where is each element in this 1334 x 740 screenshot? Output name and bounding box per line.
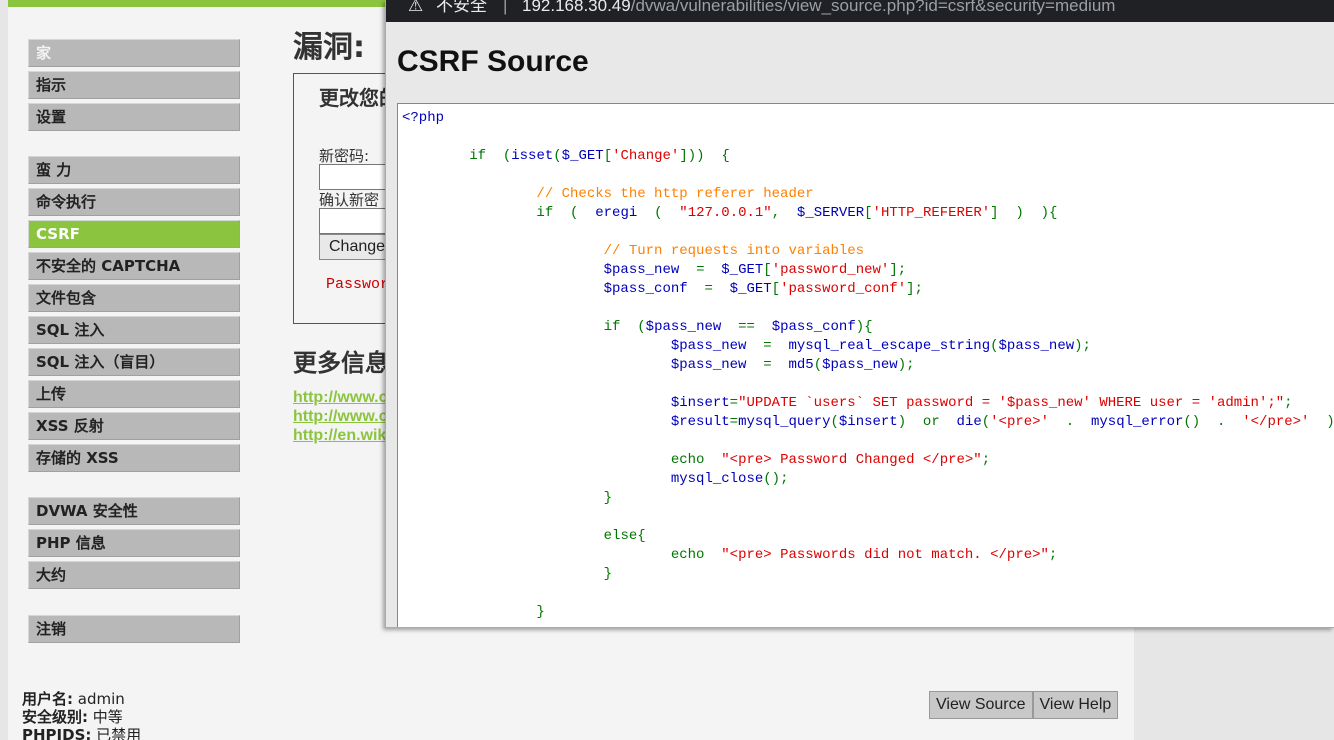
menu-item-home[interactable]: 家	[28, 39, 240, 67]
warning-icon[interactable]: ⚠	[408, 0, 423, 14]
menu-item-xss-stored[interactable]: 存储的 XSS	[28, 444, 240, 472]
menu-item-instructions[interactable]: 指示	[28, 71, 240, 99]
username-row: 用户名: admin	[22, 690, 141, 708]
view-source-button[interactable]: View Source	[929, 691, 1033, 719]
info-link[interactable]: http://en.wik	[293, 427, 386, 445]
result-message: Passwor	[326, 276, 390, 293]
address-bar[interactable]: ⚠ 不安全 | 192.168.30.49/dvwa/vulnerabiliti…	[386, 0, 1334, 22]
code-string: '<pre>'	[990, 414, 1049, 430]
source-title: CSRF Source	[397, 45, 589, 78]
menu-item-insecure-captcha[interactable]: 不安全的 CAPTCHA	[28, 252, 240, 280]
menu-item-sql-injection-blind[interactable]: SQL 注入（盲目）	[28, 348, 240, 376]
insecure-label[interactable]: 不安全	[436, 0, 487, 14]
confirm-password-label: 确认新密	[319, 191, 380, 209]
source-popup-window: ⚠ 不安全 | 192.168.30.49/dvwa/vulnerabiliti…	[385, 0, 1334, 628]
url-host: 192.168.30.49	[522, 0, 631, 15]
menu-item-command-execution[interactable]: 命令执行	[28, 188, 240, 216]
code-comment: // Checks the http referer header	[536, 186, 814, 202]
username-value: admin	[77, 690, 125, 708]
code-string: "UPDATE `users` SET password = '$pass_ne…	[738, 395, 1285, 411]
code-string: 'Change'	[612, 148, 680, 164]
security-level-row: 安全级别: 中等	[22, 708, 141, 726]
code-string: "<pre> Password Changed </pre>"	[721, 452, 982, 468]
url-path: /dvwa/vulnerabilities/view_source.php?id…	[630, 0, 1116, 15]
menu-item-sql-injection[interactable]: SQL 注入	[28, 316, 240, 344]
info-link[interactable]: http://www.c	[293, 408, 388, 426]
new-password-label: 新密码:	[319, 147, 370, 165]
source-code-box: <?php if (isset($_GET['Change'])) { // C…	[397, 103, 1334, 627]
code-token: <?php	[402, 110, 445, 126]
code-string: "<pre> Passwords did not match. </pre>"	[721, 547, 1049, 563]
menu-item-file-inclusion[interactable]: 文件包含	[28, 284, 240, 312]
code-string: 'password_new'	[771, 262, 890, 278]
source-code: <?php if (isset($_GET['Change'])) { // C…	[402, 110, 1334, 620]
code-string: "127.0.0.1"	[679, 205, 772, 221]
code-comment: // Turn requests into variables	[603, 243, 865, 259]
more-info-heading: 更多信息	[293, 349, 389, 377]
header-accent-bar	[8, 0, 386, 7]
phpids-label: PHPIDS:	[22, 726, 92, 740]
url-text[interactable]: 192.168.30.49/dvwa/vulnerabilities/view_…	[522, 0, 1115, 14]
username-label: 用户名:	[22, 690, 73, 708]
code-string: '</pre>'	[1242, 414, 1310, 430]
menu-item-upload[interactable]: 上传	[28, 380, 240, 408]
page-title: 漏洞:	[293, 30, 365, 65]
info-link[interactable]: http://www.c	[293, 389, 388, 407]
menu-item-logout[interactable]: 注销	[28, 615, 240, 643]
security-level-label: 安全级别:	[22, 708, 88, 726]
menu-item-setup[interactable]: 设置	[28, 103, 240, 131]
phpids-row: PHPIDS: 已禁用	[22, 726, 141, 740]
menu-item-about[interactable]: 大约	[28, 561, 240, 589]
code-string: 'HTTP_REFERER'	[872, 205, 991, 221]
view-help-button[interactable]: View Help	[1032, 691, 1119, 719]
menu-item-xss-reflected[interactable]: XSS 反射	[28, 412, 240, 440]
menu-item-php-info[interactable]: PHP 信息	[28, 529, 240, 557]
view-buttons: View Source View Help	[929, 691, 1119, 719]
url-separator: |	[503, 0, 508, 15]
phpids-value: 已禁用	[96, 726, 142, 740]
code-string: 'password_conf'	[780, 281, 907, 297]
user-info: 用户名: admin 安全级别: 中等 PHPIDS: 已禁用	[22, 690, 141, 740]
security-level-value: 中等	[92, 708, 123, 726]
menu-item-brute-force[interactable]: 蛮 力	[28, 156, 240, 184]
menu-item-csrf[interactable]: CSRF	[28, 220, 240, 248]
menu-item-dvwa-security[interactable]: DVWA 安全性	[28, 497, 240, 525]
